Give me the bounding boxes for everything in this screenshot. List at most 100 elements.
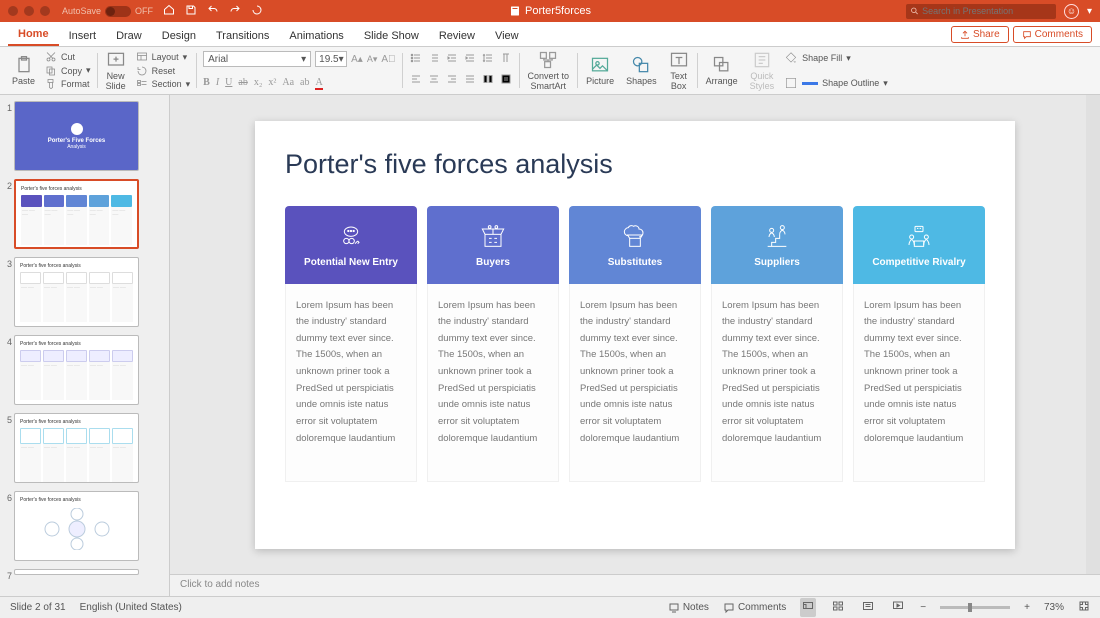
- font-size-selector[interactable]: 19.5▾: [315, 51, 347, 67]
- increase-indent-icon[interactable]: [463, 51, 477, 69]
- comments-button[interactable]: Comments: [1013, 26, 1092, 43]
- thumbnail-7[interactable]: [14, 569, 139, 575]
- shape-fill-button[interactable]: Shape Fill ▾: [784, 51, 888, 65]
- document-title: Porter5forces: [509, 5, 591, 17]
- redo-icon[interactable]: [229, 4, 241, 19]
- increase-font-icon[interactable]: A▴: [351, 54, 363, 65]
- window-controls[interactable]: [8, 6, 50, 16]
- font-color-icon[interactable]: A: [315, 77, 322, 90]
- slideshow-view-icon[interactable]: [890, 598, 906, 617]
- italic-icon[interactable]: I: [216, 77, 219, 90]
- search-input[interactable]: [906, 4, 1056, 19]
- force-card[interactable]: BuyersLorem Ipsum has been the industry'…: [427, 206, 559, 482]
- tab-review[interactable]: Review: [429, 25, 485, 46]
- convert-smartart-button[interactable]: Convert to SmartArt: [522, 49, 576, 92]
- shape-outline-button[interactable]: Shape Outline ▾: [784, 76, 888, 90]
- reset-button[interactable]: Reset: [136, 65, 191, 77]
- quick-styles-button[interactable]: Quick Styles: [744, 49, 781, 92]
- reading-view-icon[interactable]: [860, 598, 876, 617]
- share-button[interactable]: Share: [951, 26, 1009, 43]
- slide-content[interactable]: Porter's five forces analysis Potential …: [255, 121, 1015, 549]
- force-card[interactable]: SuppliersLorem Ipsum has been the indust…: [711, 206, 843, 482]
- align-right-icon[interactable]: [445, 72, 459, 90]
- slide-thumbnails-panel[interactable]: 1 Porter's Five ForcesAnalysis 2 Porter'…: [0, 95, 170, 596]
- slide-counter: Slide 2 of 31: [10, 602, 66, 613]
- force-card[interactable]: SubstitutesLorem Ipsum has been the indu…: [569, 206, 701, 482]
- decrease-font-icon[interactable]: A▾: [367, 54, 378, 65]
- tab-insert[interactable]: Insert: [59, 25, 107, 46]
- main-area: 1 Porter's Five ForcesAnalysis 2 Porter'…: [0, 95, 1100, 596]
- normal-view-icon[interactable]: [800, 598, 816, 617]
- language-indicator[interactable]: English (United States): [80, 602, 182, 613]
- picture-button[interactable]: Picture: [580, 49, 620, 92]
- titlebar: AutoSave OFF Porter5forces ☺ ▾: [0, 0, 1100, 22]
- fit-to-window-icon[interactable]: [1078, 600, 1090, 615]
- zoom-slider[interactable]: [940, 606, 1010, 609]
- slide-title[interactable]: Porter's five forces analysis: [285, 149, 985, 180]
- tab-animations[interactable]: Animations: [279, 25, 353, 46]
- force-card[interactable]: Potential New EntryLorem Ipsum has been …: [285, 206, 417, 482]
- thumbnail-2[interactable]: Porter's five forces analysis —— —— —— —…: [14, 179, 139, 249]
- line-spacing-icon[interactable]: [481, 51, 495, 69]
- tab-transitions[interactable]: Transitions: [206, 25, 279, 46]
- font-family-selector[interactable]: Arial▾: [203, 51, 311, 67]
- zoom-percent[interactable]: 73%: [1044, 602, 1064, 613]
- shapes-button[interactable]: Shapes: [620, 49, 663, 92]
- highlight-icon[interactable]: ab: [300, 77, 309, 90]
- justify-icon[interactable]: [463, 72, 477, 90]
- zoom-out-icon[interactable]: −: [920, 602, 926, 613]
- arrange-button[interactable]: Arrange: [700, 49, 744, 92]
- tab-slideshow[interactable]: Slide Show: [354, 25, 429, 46]
- chevron-down-icon[interactable]: ▾: [1087, 6, 1092, 17]
- paste-button[interactable]: Paste: [6, 49, 41, 92]
- section-button[interactable]: Section ▾: [136, 78, 191, 90]
- home-icon[interactable]: [163, 4, 175, 19]
- vertical-scrollbar[interactable]: [1086, 95, 1100, 574]
- align-center-icon[interactable]: [427, 72, 441, 90]
- text-direction-icon[interactable]: [499, 51, 513, 69]
- notes-toggle[interactable]: Notes: [668, 602, 709, 614]
- bullets-icon[interactable]: [409, 51, 423, 69]
- copy-button[interactable]: Copy ▾: [45, 65, 91, 77]
- textbox-button[interactable]: Text Box: [663, 49, 695, 92]
- user-account-icon[interactable]: ☺: [1064, 4, 1079, 19]
- underline-icon[interactable]: U: [225, 77, 232, 90]
- decrease-indent-icon[interactable]: [445, 51, 459, 69]
- strikethrough-icon[interactable]: ab: [238, 77, 247, 90]
- zoom-in-icon[interactable]: +: [1024, 602, 1030, 613]
- bold-icon[interactable]: B: [203, 77, 210, 90]
- undo-icon[interactable]: [207, 4, 219, 19]
- slide-canvas[interactable]: Porter's five forces analysis Potential …: [170, 95, 1100, 574]
- force-card[interactable]: Competitive RivalryLorem Ipsum has been …: [853, 206, 985, 482]
- repeat-icon[interactable]: [251, 4, 263, 19]
- comments-toggle[interactable]: Comments: [723, 602, 786, 614]
- thumbnail-5[interactable]: Porter's five forces analysis —— —— —— —…: [14, 413, 139, 483]
- tab-home[interactable]: Home: [8, 23, 59, 46]
- tab-draw[interactable]: Draw: [106, 25, 152, 46]
- format-painter-button[interactable]: Format: [45, 78, 91, 90]
- superscript-icon[interactable]: x²: [268, 77, 276, 90]
- subscript-icon[interactable]: x₂: [254, 77, 263, 90]
- cut-button[interactable]: Cut: [45, 51, 91, 63]
- numbering-icon[interactable]: [427, 51, 441, 69]
- clear-formatting-icon[interactable]: A⃠: [381, 54, 395, 65]
- align-left-icon[interactable]: [409, 72, 423, 90]
- change-case-icon[interactable]: Aa: [282, 77, 294, 90]
- autosave-toggle[interactable]: AutoSave OFF: [62, 6, 153, 17]
- sorter-view-icon[interactable]: [830, 598, 846, 617]
- layout-button[interactable]: Layout ▾: [136, 51, 191, 63]
- thumbnail-4[interactable]: Porter's five forces analysis —— —— —— —…: [14, 335, 139, 405]
- save-icon[interactable]: [185, 4, 197, 19]
- columns-icon[interactable]: [481, 72, 495, 90]
- thumbnail-6[interactable]: Porter's five forces analysis: [14, 491, 139, 561]
- new-slide-button[interactable]: New Slide: [100, 49, 132, 92]
- thumbnail-3[interactable]: Porter's five forces analysis —— —— —— —…: [14, 257, 139, 327]
- ribbon: Paste Cut Copy ▾ Format New Slide Layout…: [0, 47, 1100, 95]
- status-bar: Slide 2 of 31 English (United States) No…: [0, 596, 1100, 618]
- tab-design[interactable]: Design: [152, 25, 206, 46]
- align-vertical-icon[interactable]: [499, 72, 513, 90]
- quick-access-toolbar: [163, 4, 263, 19]
- tab-view[interactable]: View: [485, 25, 529, 46]
- notes-pane[interactable]: Click to add notes: [170, 574, 1100, 596]
- thumbnail-1[interactable]: Porter's Five ForcesAnalysis: [14, 101, 139, 171]
